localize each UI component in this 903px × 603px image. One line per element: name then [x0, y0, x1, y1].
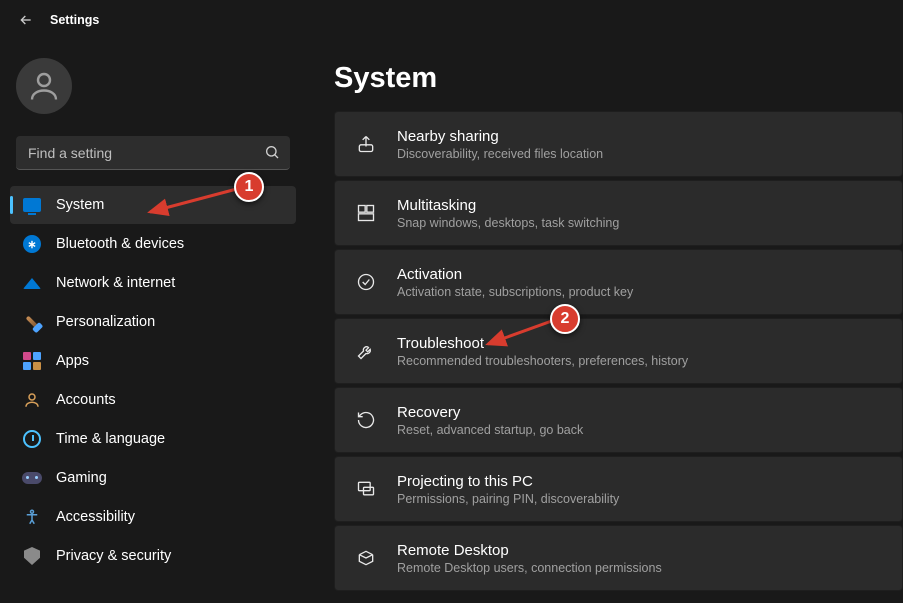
person-icon — [22, 390, 42, 410]
card-recovery[interactable]: Recovery Reset, advanced startup, go back — [334, 387, 903, 453]
card-activation[interactable]: Activation Activation state, subscription… — [334, 249, 903, 315]
app-title: Settings — [50, 13, 99, 27]
sidebar-item-label: Gaming — [56, 470, 107, 486]
share-icon — [355, 133, 377, 155]
card-title: Recovery — [397, 404, 583, 421]
card-sub: Remote Desktop users, connection permiss… — [397, 561, 662, 575]
annotation-callout-1: 1 — [234, 172, 264, 202]
back-button[interactable] — [16, 10, 36, 30]
accessibility-icon — [22, 507, 42, 527]
card-sub: Reset, advanced startup, go back — [397, 423, 583, 437]
card-title: Nearby sharing — [397, 128, 603, 145]
sidebar-item-personalization[interactable]: Personalization — [10, 303, 296, 341]
brush-icon — [22, 312, 42, 332]
card-title: Remote Desktop — [397, 542, 662, 559]
sidebar-item-accessibility[interactable]: Accessibility — [10, 498, 296, 536]
card-multitasking[interactable]: Multitasking Snap windows, desktops, task… — [334, 180, 903, 246]
page-title: System — [334, 62, 903, 95]
card-title: Multitasking — [397, 197, 619, 214]
recovery-icon — [355, 409, 377, 431]
gamepad-icon — [22, 468, 42, 488]
sidebar-item-label: System — [56, 197, 104, 213]
sidebar-item-label: Accounts — [56, 392, 116, 408]
main-content: System Nearby sharing Discoverability, re… — [300, 40, 903, 603]
apps-icon — [22, 351, 42, 371]
sidebar-item-label: Time & language — [56, 431, 165, 447]
card-sub: Permissions, pairing PIN, discoverabilit… — [397, 492, 619, 506]
multitask-icon — [355, 202, 377, 224]
card-remote-desktop[interactable]: Remote Desktop Remote Desktop users, conn… — [334, 525, 903, 591]
card-troubleshoot[interactable]: Troubleshoot Recommended troubleshooters,… — [334, 318, 903, 384]
sidebar-item-gaming[interactable]: Gaming — [10, 459, 296, 497]
sidebar-item-label: Network & internet — [56, 275, 175, 291]
sidebar-item-privacy[interactable]: Privacy & security — [10, 537, 296, 575]
card-title: Activation — [397, 266, 633, 283]
sidebar-item-bluetooth[interactable]: ∗ Bluetooth & devices — [10, 225, 296, 263]
annotation-callout-2: 2 — [550, 304, 580, 334]
project-icon — [355, 478, 377, 500]
wifi-icon — [22, 273, 42, 293]
card-sub: Activation state, subscriptions, product… — [397, 285, 633, 299]
wrench-icon — [355, 340, 377, 362]
clock-icon — [22, 429, 42, 449]
sidebar-item-label: Privacy & security — [56, 548, 171, 564]
card-sub: Recommended troubleshooters, preferences… — [397, 354, 688, 368]
remote-icon — [355, 547, 377, 569]
sidebar-item-label: Accessibility — [56, 509, 135, 525]
card-title: Troubleshoot — [397, 335, 688, 352]
sidebar-item-label: Bluetooth & devices — [56, 236, 184, 252]
check-circle-icon — [355, 271, 377, 293]
sidebar: System ∗ Bluetooth & devices Network & i… — [0, 40, 300, 603]
sidebar-item-label: Apps — [56, 353, 89, 369]
search-icon — [264, 144, 280, 165]
bluetooth-icon: ∗ — [22, 234, 42, 254]
card-sub: Discoverability, received files location — [397, 147, 603, 161]
card-title: Projecting to this PC — [397, 473, 619, 490]
shield-icon — [22, 546, 42, 566]
avatar[interactable] — [16, 58, 72, 114]
sidebar-item-accounts[interactable]: Accounts — [10, 381, 296, 419]
card-projecting[interactable]: Projecting to this PC Permissions, pairin… — [334, 456, 903, 522]
sidebar-item-time[interactable]: Time & language — [10, 420, 296, 458]
monitor-icon — [22, 195, 42, 215]
sidebar-item-network[interactable]: Network & internet — [10, 264, 296, 302]
sidebar-item-apps[interactable]: Apps — [10, 342, 296, 380]
search-input[interactable] — [16, 136, 290, 170]
sidebar-item-label: Personalization — [56, 314, 155, 330]
card-nearby-sharing[interactable]: Nearby sharing Discoverability, received … — [334, 111, 903, 177]
card-sub: Snap windows, desktops, task switching — [397, 216, 619, 230]
